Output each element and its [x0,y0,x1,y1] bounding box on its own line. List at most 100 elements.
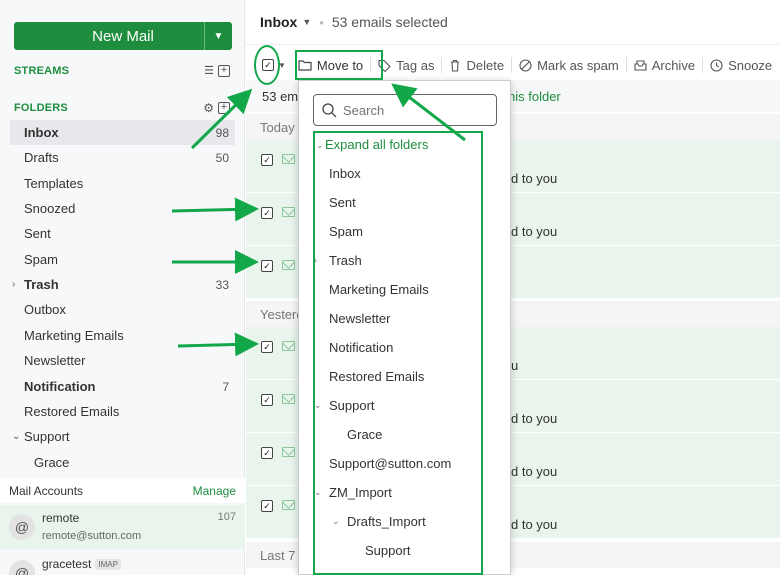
folder-search-input[interactable] [343,102,483,118]
dropdown-folder-spam[interactable]: Spam [329,224,363,239]
new-mail-dropdown-chevron-icon[interactable]: ▼ [204,22,232,50]
account-gracetest[interactable]: @ gracetest IMAP [0,551,245,575]
move-to-label: Move to [316,57,364,73]
dropdown-folder-support[interactable]: Support [329,398,375,413]
mail-snippet: u [511,358,519,373]
row-checkbox[interactable]: ✓ [261,341,273,353]
tag-as-button[interactable]: Tag as [378,58,434,73]
folder-label: Templates [24,176,84,191]
mark-as-spam-label: Mark as spam [537,57,619,73]
envelope-icon [282,260,295,270]
folder-restored-emails[interactable]: Restored Emails [10,399,235,424]
select-all-checkbox[interactable]: ✓ [262,59,274,71]
dropdown-folder-grace[interactable]: Grace [347,427,382,442]
folder-label: Newsletter [24,353,86,368]
folder-sent[interactable]: Sent [10,221,235,246]
dropdown-folder-notification[interactable]: Notification [329,340,393,355]
row-checkbox[interactable]: ✓ [261,207,273,219]
folder-label: Snoozed [24,201,76,216]
folder-newsletter[interactable]: Newsletter [10,348,235,373]
folder-count: 33 [215,277,229,292]
envelope-icon [282,341,295,351]
dropdown-folder-inbox[interactable]: Inbox [329,166,361,181]
move-to-button[interactable]: Move to [298,58,363,73]
mark-as-spam-button[interactable]: Mark as spam [519,58,619,73]
folder-search-box[interactable] [313,94,497,126]
folder-marketing-emails[interactable]: Marketing Emails [10,323,235,348]
collapse-caret-icon[interactable]: ⌄ [12,431,20,442]
collapse-caret-icon[interactable]: ⌄ [314,400,322,411]
row-checkbox[interactable]: ✓ [261,154,273,166]
folder-inbox[interactable]: Inbox 98 [10,120,235,145]
new-mail-button[interactable]: New Mail ▼ [14,22,232,50]
archive-button[interactable]: Archive [634,58,695,73]
folder-snoozed[interactable]: Snoozed [10,196,235,221]
folder-support[interactable]: ⌄ Support [10,424,235,449]
chevron-down-icon[interactable]: ▼ [302,17,311,27]
mail-snippet: d to you [511,171,558,186]
collapse-caret-icon[interactable]: ⌄ [332,516,340,527]
envelope-icon [282,154,295,164]
dropdown-folder-drafts-import[interactable]: Drafts_Import [347,514,426,529]
folder-trash[interactable]: › Trash 33 [10,272,235,297]
dropdown-folder-sent[interactable]: Sent [329,195,356,210]
mail-accounts-label: Mail Accounts [9,483,84,498]
manage-link[interactable]: Manage [193,484,236,498]
account-remote[interactable]: @ remote remote@sutton.com 107 [0,505,245,549]
add-stream-icon[interactable]: + [218,64,230,77]
folder-templates[interactable]: Templates [10,171,235,196]
folder-drafts[interactable]: Drafts 50 [10,145,235,170]
expand-caret-icon[interactable]: › [12,279,15,290]
dropdown-folder-restored-emails[interactable]: Restored Emails [329,369,424,384]
archive-label: Archive [651,57,696,73]
divider [511,57,513,73]
folder-label: Sent [24,226,51,241]
dropdown-folder-trash[interactable]: Trash [329,253,362,268]
row-checkbox[interactable]: ✓ [261,447,273,459]
streams-heading: STREAMS [14,65,70,77]
dropdown-folder-support-sub[interactable]: Support [365,543,411,558]
folder-spam[interactable]: Spam [10,247,235,272]
collapse-caret-icon[interactable]: ⌄ [314,487,322,498]
folder-grace[interactable]: Grace [10,450,235,475]
row-checkbox[interactable]: ✓ [261,394,273,406]
mail-accounts-header: Mail Accounts Manage [0,478,245,503]
row-checkbox[interactable]: ✓ [261,500,273,512]
search-icon [322,102,337,117]
folder-label: Trash [24,277,59,292]
snooze-button[interactable]: Snooze [710,58,772,73]
dropdown-folder-newsletter[interactable]: Newsletter [329,311,390,326]
expand-caret-icon[interactable]: › [314,255,317,265]
account-email: remote@sutton.com [42,530,142,542]
envelope-icon [282,207,295,217]
divider [441,57,443,73]
mail-snippet: d to you [511,464,558,479]
select-all-in-folder-link[interactable]: his folder [508,89,561,104]
divider [702,57,704,73]
tag-as-label: Tag as [396,57,435,73]
dropdown-folder-support-sutton[interactable]: Support@sutton.com [329,456,451,471]
mail-snippet: d to you [511,411,558,426]
divider [370,57,372,73]
mail-snippet: d to you [511,517,558,532]
settings-gear-icon[interactable]: ⚙ [203,101,214,115]
folder-outbox[interactable]: Outbox [10,297,235,322]
row-checkbox[interactable]: ✓ [261,260,273,272]
dropdown-folder-zm-import[interactable]: ZM_Import [329,485,392,500]
folder-notification[interactable]: Notification 7 [10,374,235,399]
expand-all-folders-link[interactable]: Expand all folders [325,137,428,152]
current-folder-title[interactable]: Inbox [260,14,297,30]
folder-icon [298,60,312,71]
select-chevron-icon[interactable]: ▼ [278,61,286,70]
delete-button[interactable]: Delete [449,58,504,73]
filter-icon[interactable]: ☰ [204,64,214,77]
spam-icon [519,58,532,72]
separator-dot: • [319,14,324,30]
folder-label: Outbox [24,302,66,317]
add-folder-icon[interactable]: + [218,102,230,114]
account-name: remote [42,511,80,525]
folder-count: 50 [215,150,229,165]
collapse-caret-icon[interactable]: ⌄ [316,140,324,151]
dropdown-folder-marketing-emails[interactable]: Marketing Emails [329,282,429,297]
folders-heading: FOLDERS [14,102,68,114]
